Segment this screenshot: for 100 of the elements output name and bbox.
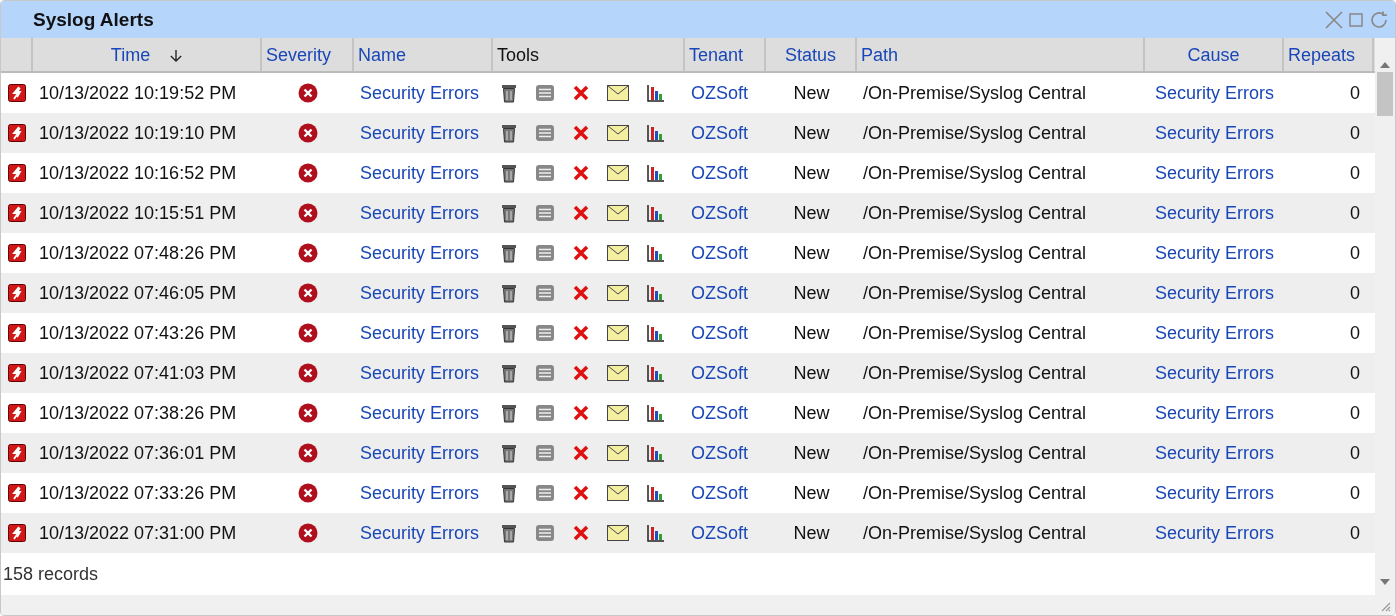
- list-icon[interactable]: [535, 444, 555, 463]
- delete-x-icon[interactable]: [573, 245, 589, 262]
- trash-icon[interactable]: [501, 283, 517, 304]
- delete-x-icon[interactable]: [573, 125, 589, 142]
- tenant-link[interactable]: OZSoft: [691, 522, 748, 544]
- alert-name-link[interactable]: Security Errors: [360, 242, 480, 264]
- scroll-up-icon[interactable]: [1380, 62, 1390, 69]
- vertical-scrollbar[interactable]: [1375, 38, 1395, 596]
- tenant-link[interactable]: OZSoft: [691, 162, 748, 184]
- bar-chart-icon[interactable]: [647, 324, 665, 343]
- tenant-link[interactable]: OZSoft: [691, 362, 748, 384]
- delete-x-icon[interactable]: [573, 205, 589, 222]
- alert-name-link[interactable]: Security Errors: [360, 482, 480, 504]
- delete-x-icon[interactable]: [573, 325, 589, 342]
- trash-icon[interactable]: [501, 403, 517, 424]
- delete-x-icon[interactable]: [573, 445, 589, 462]
- envelope-icon[interactable]: [607, 445, 629, 462]
- cause-link[interactable]: Security Errors: [1155, 122, 1274, 144]
- alert-name-link[interactable]: Security Errors: [360, 442, 480, 464]
- column-header[interactable]: Cause: [1145, 38, 1284, 72]
- list-icon[interactable]: [535, 404, 555, 423]
- tenant-link[interactable]: OZSoft: [691, 242, 748, 264]
- column-header[interactable]: Path: [857, 38, 1145, 72]
- alert-name-link[interactable]: Security Errors: [360, 162, 480, 184]
- column-header[interactable]: Severity: [262, 38, 354, 72]
- list-icon[interactable]: [535, 484, 555, 503]
- delete-x-icon[interactable]: [573, 285, 589, 302]
- trash-icon[interactable]: [501, 483, 517, 504]
- tenant-link[interactable]: OZSoft: [691, 322, 748, 344]
- trash-icon[interactable]: [501, 163, 517, 184]
- envelope-icon[interactable]: [607, 85, 629, 102]
- resize-grip-icon[interactable]: [1379, 600, 1391, 612]
- envelope-icon[interactable]: [607, 205, 629, 222]
- trash-icon[interactable]: [501, 323, 517, 344]
- bar-chart-icon[interactable]: [647, 204, 665, 223]
- list-icon[interactable]: [535, 84, 555, 103]
- bar-chart-icon[interactable]: [647, 244, 665, 263]
- tenant-link[interactable]: OZSoft: [691, 482, 748, 504]
- delete-x-icon[interactable]: [573, 165, 589, 182]
- trash-icon[interactable]: [501, 123, 517, 144]
- bar-chart-icon[interactable]: [647, 364, 665, 383]
- alert-name-link[interactable]: Security Errors: [360, 202, 480, 224]
- alert-name-link[interactable]: Security Errors: [360, 522, 480, 544]
- tenant-link[interactable]: OZSoft: [691, 122, 748, 144]
- trash-icon[interactable]: [501, 83, 517, 104]
- list-icon[interactable]: [535, 284, 555, 303]
- alert-name-link[interactable]: Security Errors: [360, 402, 480, 424]
- list-icon[interactable]: [535, 204, 555, 223]
- trash-icon[interactable]: [501, 243, 517, 264]
- list-icon[interactable]: [535, 244, 555, 263]
- alert-name-link[interactable]: Security Errors: [360, 282, 480, 304]
- cause-link[interactable]: Security Errors: [1155, 482, 1274, 504]
- cause-link[interactable]: Security Errors: [1155, 82, 1274, 104]
- column-header[interactable]: Tools: [493, 38, 685, 72]
- column-header[interactable]: Name: [354, 38, 493, 72]
- envelope-icon[interactable]: [607, 325, 629, 342]
- list-icon[interactable]: [535, 124, 555, 143]
- scroll-down-icon[interactable]: [1380, 579, 1390, 586]
- list-icon[interactable]: [535, 164, 555, 183]
- cause-link[interactable]: Security Errors: [1155, 242, 1274, 264]
- alert-name-link[interactable]: Security Errors: [360, 82, 480, 104]
- tenant-link[interactable]: OZSoft: [691, 282, 748, 304]
- bar-chart-icon[interactable]: [647, 124, 665, 143]
- envelope-icon[interactable]: [607, 485, 629, 502]
- delete-x-icon[interactable]: [573, 405, 589, 422]
- envelope-icon[interactable]: [607, 285, 629, 302]
- delete-x-icon[interactable]: [573, 525, 589, 542]
- envelope-icon[interactable]: [607, 245, 629, 262]
- cause-link[interactable]: Security Errors: [1155, 202, 1274, 224]
- list-icon[interactable]: [535, 364, 555, 383]
- envelope-icon[interactable]: [607, 365, 629, 382]
- alert-name-link[interactable]: Security Errors: [360, 122, 480, 144]
- trash-icon[interactable]: [501, 203, 517, 224]
- cause-link[interactable]: Security Errors: [1155, 282, 1274, 304]
- scrollbar-thumb[interactable]: [1377, 72, 1393, 117]
- bar-chart-icon[interactable]: [647, 484, 665, 503]
- trash-icon[interactable]: [501, 443, 517, 464]
- tenant-link[interactable]: OZSoft: [691, 442, 748, 464]
- envelope-icon[interactable]: [607, 525, 629, 542]
- bar-chart-icon[interactable]: [647, 444, 665, 463]
- cause-link[interactable]: Security Errors: [1155, 442, 1274, 464]
- cause-link[interactable]: Security Errors: [1155, 362, 1274, 384]
- alert-name-link[interactable]: Security Errors: [360, 322, 480, 344]
- delete-x-icon[interactable]: [573, 365, 589, 382]
- cause-link[interactable]: Security Errors: [1155, 522, 1274, 544]
- bar-chart-icon[interactable]: [647, 84, 665, 103]
- tenant-link[interactable]: OZSoft: [691, 82, 748, 104]
- column-header[interactable]: Status: [766, 38, 857, 72]
- trash-icon[interactable]: [501, 363, 517, 384]
- bar-chart-icon[interactable]: [647, 284, 665, 303]
- trash-icon[interactable]: [501, 523, 517, 544]
- column-header[interactable]: Time: [33, 38, 262, 72]
- envelope-icon[interactable]: [607, 165, 629, 182]
- bar-chart-icon[interactable]: [647, 524, 665, 543]
- cause-link[interactable]: Security Errors: [1155, 402, 1274, 424]
- list-icon[interactable]: [535, 524, 555, 543]
- cause-link[interactable]: Security Errors: [1155, 162, 1274, 184]
- cause-link[interactable]: Security Errors: [1155, 322, 1274, 344]
- alert-name-link[interactable]: Security Errors: [360, 362, 480, 384]
- envelope-icon[interactable]: [607, 125, 629, 142]
